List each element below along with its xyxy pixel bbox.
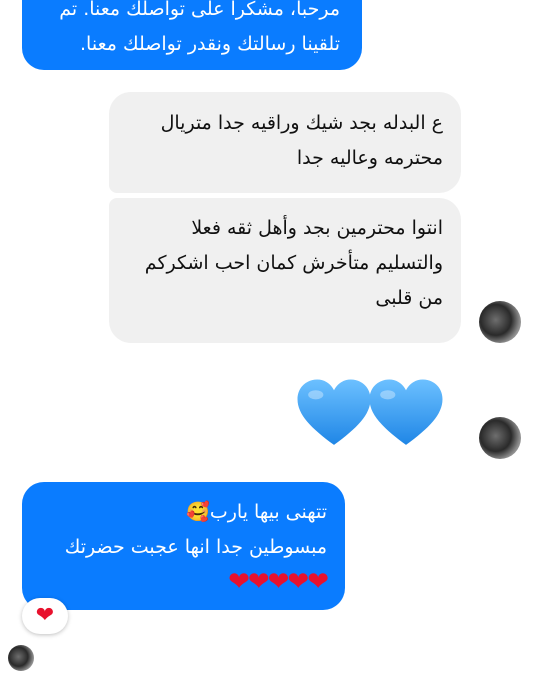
message-line: مرحبا، مشكرا على تواصلك معنا. تم xyxy=(59,0,340,20)
message-line: تتهنى بيها يارب🥰 xyxy=(186,501,327,523)
message-line: تلقينا رسالتك ونقدر تواصلك معنا. xyxy=(80,33,340,55)
sent-message-bubble[interactable]: مرحبا، مشكرا على تواصلك معنا. تم تلقينا … xyxy=(22,0,362,70)
message-line: من قلبى xyxy=(375,287,443,309)
sent-message-bubble[interactable]: تتهنى بيها يارب🥰 مبسوطين جدا انها عجبت ح… xyxy=(22,482,345,610)
message-line: والتسليم متأخرش كمان احب اشكركم xyxy=(144,252,443,274)
received-message-bubble[interactable]: انتوا محترمين بجد وأهل ثقه فعلا والتسليم… xyxy=(109,198,461,343)
blue-heart-icon[interactable] xyxy=(368,378,444,448)
red-heart-icon: ❤ xyxy=(35,603,55,628)
contact-avatar[interactable] xyxy=(479,301,521,343)
message-line: محترمه وعاليه جدا xyxy=(296,147,443,169)
heart-reaction-badge[interactable]: ❤ xyxy=(22,598,68,634)
red-hearts-line: ❤❤❤❤❤ xyxy=(228,567,329,597)
received-message-bubble[interactable]: ع البدله بجد شيك وراقيه جدا متريال محترم… xyxy=(109,92,461,193)
message-line: ع البدله بجد شيك وراقيه جدا متريال xyxy=(160,112,443,134)
message-line: مبسوطين جدا انها عجبت حضرتك xyxy=(64,536,327,558)
blue-heart-icon[interactable] xyxy=(296,378,372,448)
seen-avatar xyxy=(8,645,34,671)
message-line: انتوا محترمين بجد وأهل ثقه فعلا xyxy=(191,217,443,239)
contact-avatar[interactable] xyxy=(479,417,521,459)
